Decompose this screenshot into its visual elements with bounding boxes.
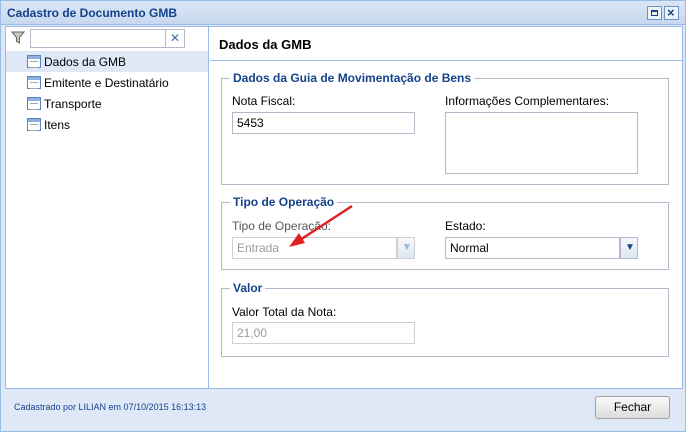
sidebar-item-transporte[interactable]: Transporte — [6, 93, 208, 114]
chevron-down-icon: ▼ — [402, 242, 412, 253]
fieldset-legend: Tipo de Operação — [230, 195, 338, 209]
close-icon[interactable]: × — [664, 5, 679, 20]
title-divider — [210, 60, 682, 61]
fieldset-operacao: Tipo de Operação Tipo de Operação: Entra… — [221, 195, 669, 270]
sidebar-item-label: Dados da GMB — [44, 55, 127, 69]
close-button[interactable]: Fechar — [595, 396, 670, 419]
form-icon — [27, 118, 41, 131]
document-window: Cadastro de Documento GMB × ✕ Dados da G… — [0, 0, 686, 432]
sidebar-item-label: Emitente e Destinatário — [44, 76, 169, 90]
valor-total-field[interactable]: 21,00 — [232, 322, 415, 344]
estado-label: Estado: — [445, 219, 486, 233]
window-titlebar[interactable]: Cadastro de Documento GMB × — [1, 1, 685, 25]
sidebar-item-label: Transporte — [44, 97, 102, 111]
filter-icon — [11, 31, 25, 44]
window-body: ✕ Dados da GMB Emitente e Destinatário T… — [5, 26, 683, 389]
sidebar-item-label: Itens — [44, 118, 71, 132]
sidebar: ✕ Dados da GMB Emitente e Destinatário T… — [6, 27, 209, 388]
tipo-operacao-dropdown-button[interactable]: ▼ — [397, 237, 415, 259]
sidebar-item-itens[interactable]: Itens — [6, 114, 208, 135]
sidebar-item-dados-gmb[interactable]: Dados da GMB — [6, 51, 208, 72]
valor-total-label: Valor Total da Nota: — [232, 305, 337, 319]
status-text: Cadastrado por LILIAN em 07/10/2015 16:1… — [14, 402, 207, 412]
clear-filter-icon[interactable]: ✕ — [166, 29, 185, 48]
estado-combo[interactable]: Normal — [445, 237, 620, 259]
sidebar-item-emitente[interactable]: Emitente e Destinatário — [6, 72, 208, 93]
form-icon — [27, 97, 41, 110]
nota-fiscal-label: Nota Fiscal: — [232, 94, 296, 108]
tipo-operacao-label: Tipo de Operação: — [232, 219, 331, 233]
window-title: Cadastro de Documento GMB — [7, 6, 178, 20]
estado-dropdown-button[interactable]: ▼ — [620, 237, 638, 259]
info-complementares-label: Informações Complementares: — [445, 94, 610, 108]
fieldset-legend: Dados da Guia de Movimentação de Bens — [230, 71, 475, 85]
info-complementares-field[interactable] — [445, 112, 638, 174]
page-title: Dados da GMB — [219, 37, 312, 52]
navigation-tree: Dados da GMB Emitente e Destinatário Tra… — [6, 51, 208, 135]
filter-input[interactable] — [30, 29, 166, 48]
fieldset-guia: Dados da Guia de Movimentação de Bens No… — [221, 71, 669, 185]
fieldset-valor: Valor Valor Total da Nota: 21,00 — [221, 281, 669, 357]
tipo-operacao-combo[interactable]: Entrada — [232, 237, 397, 259]
chevron-down-icon: ▼ — [625, 242, 635, 253]
main-panel: Dados da GMB Dados da Guia de Movimentaç… — [210, 27, 682, 388]
form-icon — [27, 76, 41, 89]
nota-fiscal-field[interactable]: 5453 — [232, 112, 415, 134]
form-icon — [27, 55, 41, 68]
fieldset-legend: Valor — [230, 281, 266, 295]
maximize-icon[interactable] — [647, 6, 662, 20]
